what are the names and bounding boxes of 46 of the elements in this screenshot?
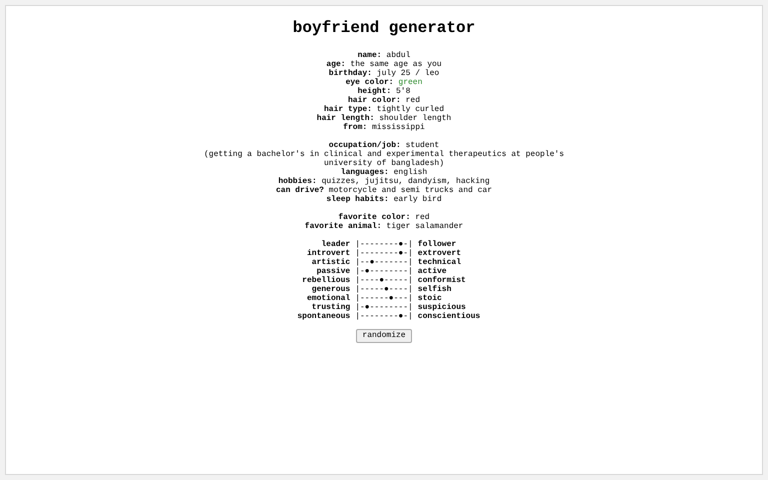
trait-label: conscientious <box>418 312 480 321</box>
trait-label: passive <box>316 267 350 276</box>
profile-line: hobbies: quizzes, jujitsu, dandyism, hacking <box>277 177 491 186</box>
profile-line: languages: english <box>340 168 428 177</box>
profile-line: from: mississippi <box>342 123 426 132</box>
trait-scale: |--------●-| <box>355 249 413 258</box>
trait-label: extrovert <box>418 249 462 258</box>
trait-label: active <box>418 267 448 276</box>
profile-line: age: the same age as you <box>325 60 443 69</box>
profile-line: can drive? motorcycle and semi trucks and car <box>274 186 494 195</box>
trait-scale: |-●--------| <box>355 303 413 312</box>
trait-label: trusting <box>310 303 350 312</box>
trait-label: suspicious <box>418 303 467 312</box>
profile-line: hair type: tightly curled <box>322 105 446 114</box>
trait-label: stoic <box>418 294 443 303</box>
trait-scale: |--------●-| <box>355 240 413 249</box>
page-title: boyfriend generator <box>292 18 476 38</box>
trait-label: artistic <box>310 258 350 267</box>
profile-detail: (getting a bachelor's in clinical and experimental therapeutics at people's university of bangladesh) <box>202 150 566 168</box>
randomize-button[interactable]: randomize <box>356 329 412 343</box>
profile-line: sleep habits: early bird <box>325 195 443 204</box>
trait-scale: |-●--------| <box>355 267 413 276</box>
trait-label: technical <box>418 258 462 267</box>
profile-line: hair length: shoulder length <box>316 114 452 123</box>
trait-label: selfish <box>418 285 452 294</box>
trait-scale: |--●-------| <box>355 258 413 267</box>
trait-scale: |-----●----| <box>355 285 413 294</box>
trait-scale: |------●---| <box>355 294 413 303</box>
profile-line: birthday: july 25 / leo <box>328 69 440 78</box>
trait-label: follower <box>418 240 458 249</box>
trait-label: conformist <box>418 276 467 285</box>
profile-line: name: abdul <box>356 51 412 60</box>
trait-label: generous <box>310 285 350 294</box>
trait-label: emotional <box>306 294 350 303</box>
profile-line: occupation/job: student <box>328 141 440 150</box>
profile-line: favorite color: red <box>337 213 431 222</box>
profile-line: height: 5'8 <box>356 87 412 96</box>
profile-line: hair color: red <box>346 96 422 105</box>
profile-line: favorite animal: tiger salamander <box>304 222 464 231</box>
profile-line: eye color: green <box>344 78 424 87</box>
trait-label: rebellious <box>301 276 350 285</box>
trait-label: leader <box>320 240 350 249</box>
trait-label: introvert <box>306 249 350 258</box>
trait-label: spontaneous <box>296 312 350 321</box>
trait-scale: |--------●-| <box>355 312 413 321</box>
trait-scale: |----●-----| <box>355 276 413 285</box>
